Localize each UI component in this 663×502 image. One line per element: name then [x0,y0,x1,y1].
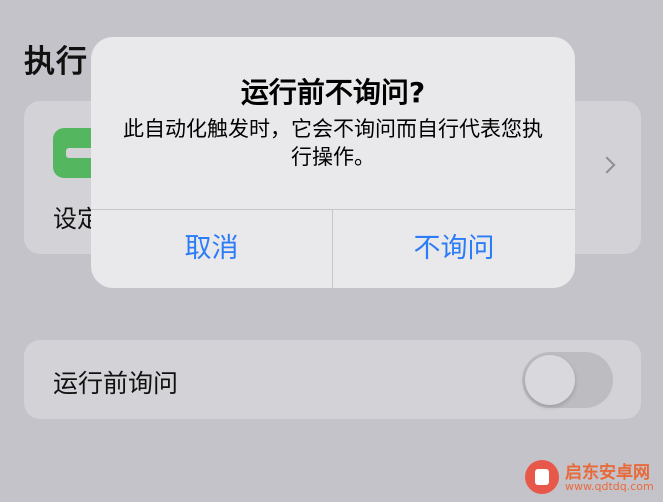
watermark: 启东安卓网 www.qdtdq.com [525,456,655,496]
alert-message: 此自动化触发时，它会不询问而自行代表您执行操作。 [123,117,543,169]
ask-before-running-toggle[interactable] [522,352,613,408]
ask-before-running-label: 运行前询问 [53,369,179,398]
watermark-logo [525,460,559,494]
dont-ask-button[interactable]: 不询问 [333,210,575,288]
section-title: 执行 [24,44,88,80]
cancel-button[interactable]: 取消 [91,210,332,288]
ask-before-running-row: 运行前询问 [24,340,641,419]
alert-title: 运行前不询问? [240,76,426,109]
toggle-knob [525,355,575,405]
watermark-url: www.qdtdq.com [565,480,654,493]
alert-dialog: 运行前不询问? 此自动化触发时，它会不询问而自行代表您执行操作。 取消 不询问 [91,37,575,288]
chevron-right-icon [598,156,616,174]
